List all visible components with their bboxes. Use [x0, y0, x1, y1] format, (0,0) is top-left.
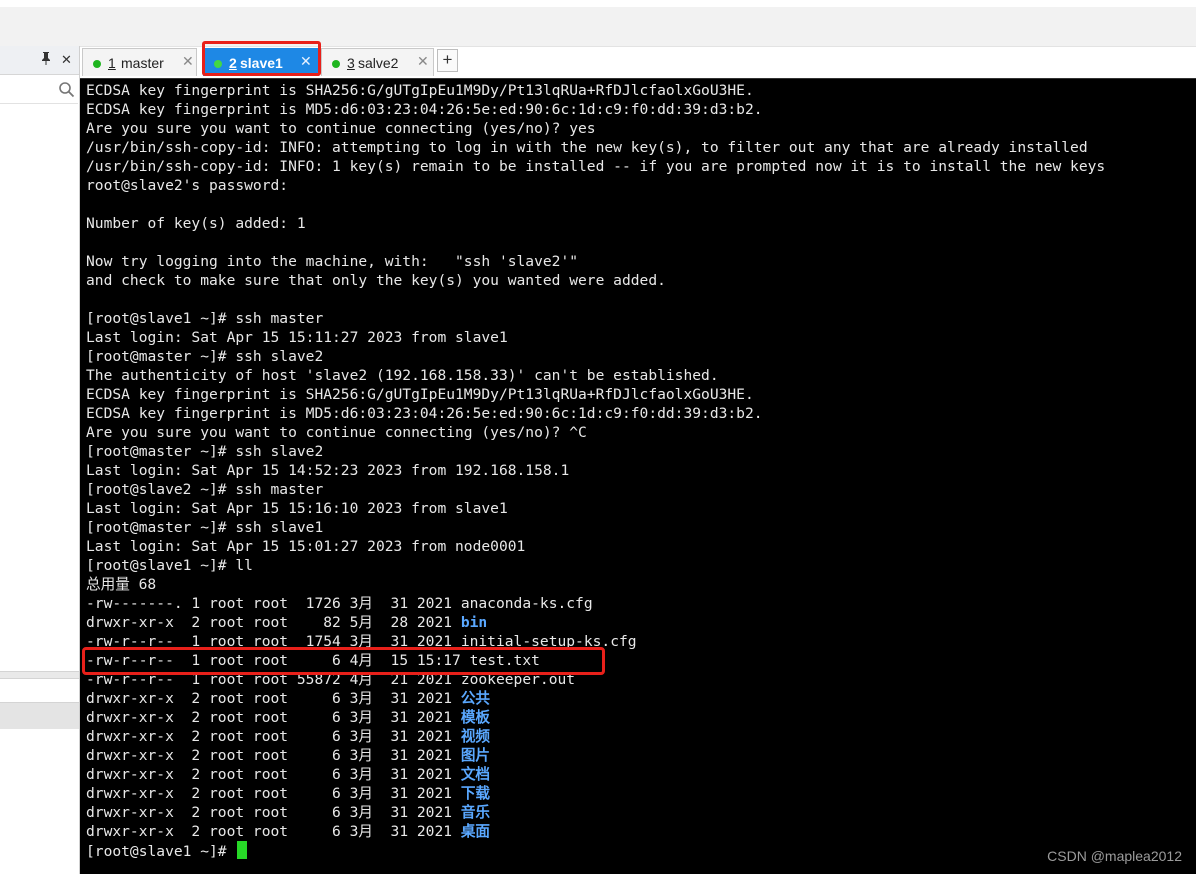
terminal-line: Last login: Sat Apr 15 15:11:27 2023 fro…	[86, 329, 508, 346]
close-panel-icon[interactable]: ✕	[61, 52, 72, 68]
side-panel-divider[interactable]	[0, 671, 79, 679]
connected-status-dot	[332, 60, 340, 68]
new-tab-button[interactable]: +	[437, 49, 458, 72]
connected-status-dot	[214, 60, 222, 68]
terminal-line: [root@master ~]# ssh slave1	[86, 519, 324, 536]
directory-name: 文档	[460, 766, 491, 783]
terminal-output[interactable]: ECDSA key fingerprint is SHA256:G/gUTgIp…	[80, 78, 1196, 874]
terminal-line: and check to make sure that only the key…	[86, 272, 666, 289]
listing-row: -rw-r--r-- 1 root root 1754 3月 31 2021 i…	[86, 632, 637, 651]
terminal-line: ECDSA key fingerprint is MD5:d6:03:23:04…	[86, 405, 763, 422]
listing-row: -rw-------. 1 root root 1726 3月 31 2021 …	[86, 594, 593, 613]
directory-name: 图片	[460, 747, 491, 764]
file-name: anaconda-ks.cfg	[460, 595, 593, 612]
listing-row: drwxr-xr-x 2 root root 6 3月 31 2021 模板	[86, 708, 490, 727]
terminal-line: [root@master ~]# ssh slave2	[86, 348, 324, 365]
directory-name: 桌面	[460, 823, 491, 840]
tab-close-icon[interactable]: ✕	[417, 53, 429, 70]
terminal-line: Now try logging into the machine, with: …	[86, 253, 579, 270]
terminal-line: 总用量 68	[86, 576, 157, 593]
pin-icon[interactable]	[40, 51, 52, 68]
terminal-line: [root@slave2 ~]# ssh master	[86, 481, 324, 498]
tab-number: 1	[108, 55, 116, 71]
file-meta: drwxr-xr-x 2 root root 6 3月 31 2021	[86, 709, 461, 726]
terminal-cursor	[237, 841, 248, 859]
terminal-line: The authenticity of host 'slave2 (192.16…	[86, 367, 719, 384]
file-meta: drwxr-xr-x 2 root root 6 3月 31 2021	[86, 690, 461, 707]
session-side-panel: ✕	[0, 46, 80, 874]
terminal-line: Are you sure you want to continue connec…	[86, 424, 587, 441]
top-strip	[0, 0, 1196, 7]
tab-label: slave1	[240, 55, 283, 71]
file-meta: drwxr-xr-x 2 root root 6 3月 31 2021	[86, 785, 461, 802]
directory-name: 音乐	[460, 804, 491, 821]
terminal-line: [root@slave1 ~]# ssh master	[86, 310, 324, 327]
terminal-line: root@slave2's password:	[86, 177, 289, 194]
tab-close-icon[interactable]: ✕	[300, 53, 312, 70]
file-meta: -rw-r--r-- 1 root root 1754 3月 31 2021	[86, 633, 461, 650]
file-meta: drwxr-xr-x 2 root root 6 3月 31 2021	[86, 823, 461, 840]
listing-row: drwxr-xr-x 2 root root 6 3月 31 2021 音乐	[86, 803, 490, 822]
shell-prompt: [root@slave1 ~]#	[86, 843, 236, 860]
terminal-line: /usr/bin/ssh-copy-id: INFO: attempting t…	[86, 139, 1088, 156]
terminal-line: Last login: Sat Apr 15 14:52:23 2023 fro…	[86, 462, 570, 479]
file-name: initial-setup-ks.cfg	[460, 633, 637, 650]
tab-slave1[interactable]: 2 slave1 ✕	[203, 48, 319, 76]
file-meta: -rw-r--r-- 1 root root 6 4月 15 15:17	[86, 652, 470, 669]
terminal-line: [root@master ~]# ssh slave2	[86, 443, 324, 460]
directory-name: 模板	[460, 709, 491, 726]
listing-row: drwxr-xr-x 2 root root 82 5月 28 2021 bin	[86, 613, 487, 632]
terminal-line: Last login: Sat Apr 15 15:01:27 2023 fro…	[86, 538, 526, 555]
connected-status-dot	[93, 60, 101, 68]
file-meta: drwxr-xr-x 2 root root 6 3月 31 2021	[86, 747, 461, 764]
terminal-line: Are you sure you want to continue connec…	[86, 120, 596, 137]
file-name: test.txt	[469, 652, 540, 669]
listing-row: drwxr-xr-x 2 root root 6 3月 31 2021 桌面	[86, 822, 490, 841]
file-meta: drwxr-xr-x 2 root root 6 3月 31 2021	[86, 804, 461, 821]
terminal-line: ECDSA key fingerprint is MD5:d6:03:23:04…	[86, 101, 763, 118]
file-meta: drwxr-xr-x 2 root root 82 5月 28 2021	[86, 614, 461, 631]
file-name: zookeeper.out	[460, 671, 576, 688]
side-panel-footer-bar	[0, 702, 79, 729]
file-meta: -rw-------. 1 root root 1726 3月 31 2021	[86, 595, 461, 612]
directory-name: 公共	[460, 690, 491, 707]
shell-prompt-line[interactable]: [root@slave1 ~]#	[86, 841, 248, 860]
session-tab-bar: 1 master ✕ 2 slave1 ✕ 3 salve2 ✕	[80, 46, 1196, 78]
terminal-line: ECDSA key fingerprint is SHA256:G/gUTgIp…	[86, 82, 754, 99]
tab-label: master	[121, 55, 164, 71]
terminal-line: ECDSA key fingerprint is SHA256:G/gUTgIp…	[86, 386, 754, 403]
file-meta: drwxr-xr-x 2 root root 6 3月 31 2021	[86, 766, 461, 783]
listing-row: -rw-r--r-- 1 root root 55872 4月 21 2021 …	[86, 670, 575, 689]
watermark: CSDN @maplea2012	[1047, 848, 1182, 864]
file-meta: drwxr-xr-x 2 root root 6 3月 31 2021	[86, 728, 461, 745]
listing-row: drwxr-xr-x 2 root root 6 3月 31 2021 图片	[86, 746, 490, 765]
tab-label: salve2	[358, 55, 399, 71]
terminal-line: /usr/bin/ssh-copy-id: INFO: 1 key(s) rem…	[86, 158, 1106, 175]
window-top-bar	[0, 0, 1196, 47]
directory-name: 视频	[460, 728, 491, 745]
side-panel-header: ✕	[0, 46, 79, 75]
listing-row: drwxr-xr-x 2 root root 6 3月 31 2021 视频	[86, 727, 490, 746]
search-icon[interactable]	[58, 81, 75, 98]
listing-row: drwxr-xr-x 2 root root 6 3月 31 2021 公共	[86, 689, 490, 708]
listing-row: drwxr-xr-x 2 root root 6 3月 31 2021 文档	[86, 765, 490, 784]
directory-name: bin	[460, 614, 488, 631]
listing-row: drwxr-xr-x 2 root root 6 3月 31 2021 下载	[86, 784, 490, 803]
tab-master[interactable]: 1 master ✕	[82, 48, 197, 76]
tab-number: 3	[347, 55, 355, 71]
terminal-line: [root@slave1 ~]# ll	[86, 557, 253, 574]
terminal-line: Last login: Sat Apr 15 15:16:10 2023 fro…	[86, 500, 508, 517]
tab-close-icon[interactable]: ✕	[182, 53, 194, 70]
file-meta: -rw-r--r-- 1 root root 55872 4月 21 2021	[86, 671, 461, 688]
listing-row: -rw-r--r-- 1 root root 6 4月 15 15:17 tes…	[86, 651, 540, 670]
directory-name: 下载	[460, 785, 491, 802]
side-search-input[interactable]	[0, 75, 78, 104]
terminal-line: Number of key(s) added: 1	[86, 215, 306, 232]
tab-number: 2	[229, 55, 237, 71]
tab-salve2[interactable]: 3 salve2 ✕	[321, 48, 434, 76]
